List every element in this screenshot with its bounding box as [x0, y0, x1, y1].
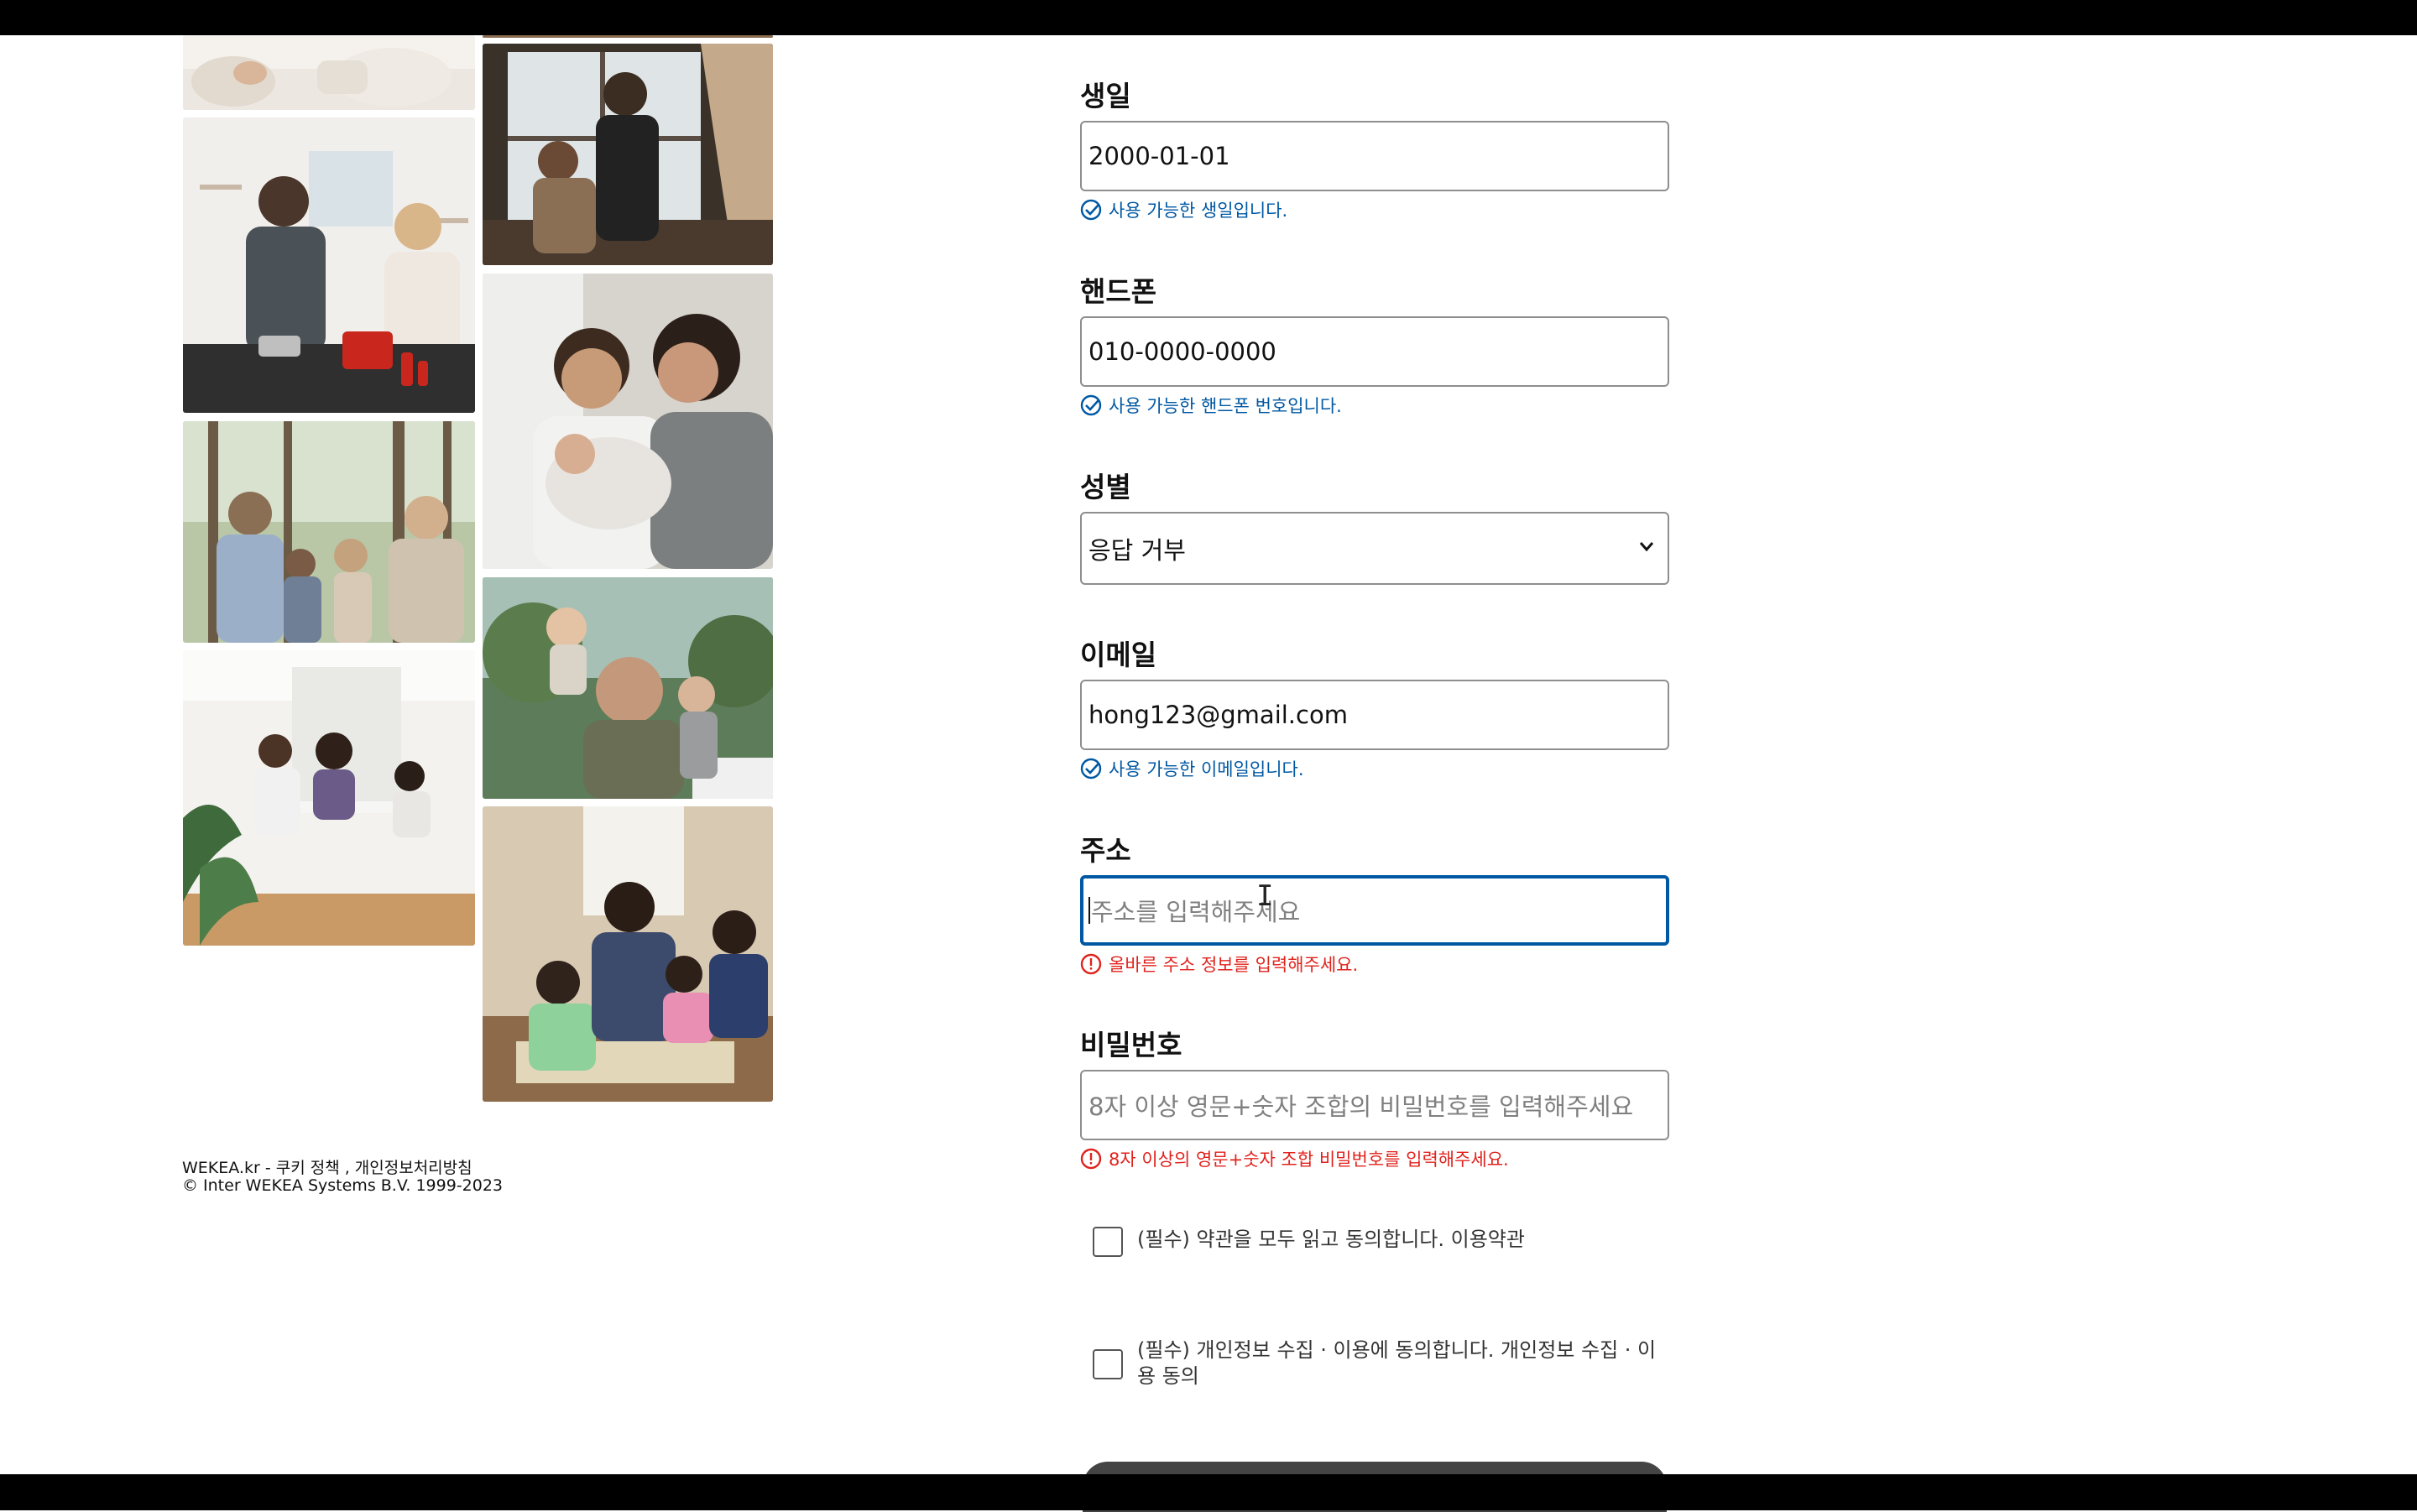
footer-links: WEKEA.kr - 쿠키 정책 , 개인정보처리방침 — [182, 1159, 472, 1177]
agree-privacy-label: (필수) 개인정보 수집 · 이용에 동의합니다. 개인정보 수집 · 이용 동… — [1137, 1338, 1657, 1388]
alert-circle-icon — [1080, 953, 1102, 975]
phone-valid-message: 사용 가능한 핸드폰 번호입니다. — [1080, 393, 1342, 418]
chevron-down-icon — [1639, 542, 1654, 552]
phone-label: 핸드폰 — [1080, 275, 1157, 308]
password-input[interactable]: 8자 이상 영문+숫자 조합의 비밀번호를 입력해주세요 — [1080, 1070, 1669, 1140]
address-label: 주소 — [1080, 834, 1131, 867]
page-footer: WEKEA.kr - 쿠키 정책 , 개인정보처리방침 © Inter WEKE… — [182, 1160, 503, 1195]
photo-family-board-game — [483, 806, 773, 1102]
photo-parents-newborn — [483, 274, 773, 569]
gender-select[interactable]: 응답 거부 — [1080, 512, 1669, 585]
check-circle-icon — [1080, 199, 1102, 221]
agree-privacy-checkbox[interactable] — [1093, 1349, 1123, 1379]
mouse-ibeam-cursor-icon: I — [1256, 879, 1274, 913]
birthday-input[interactable]: 2000-01-01 — [1080, 121, 1669, 191]
birthday-label: 생일 — [1080, 80, 1131, 112]
footer-copyright: © Inter WEKEA Systems B.V. 1999-2023 — [182, 1176, 504, 1195]
agree-terms-label: (필수) 약관을 모두 읽고 동의합니다. 이용약관 — [1137, 1228, 1525, 1251]
phone-valid-text: 사용 가능한 핸드폰 번호입니다. — [1109, 396, 1342, 416]
gender-label: 성별 — [1080, 471, 1131, 503]
photo-family-forest-walk — [183, 421, 475, 643]
phone-input[interactable]: 010-0000-0000 — [1080, 316, 1669, 387]
agree-terms-checkbox[interactable] — [1093, 1227, 1123, 1257]
text-caret — [1088, 897, 1090, 924]
password-error-text: 8자 이상의 영문+숫자 조합 비밀번호를 입력해주세요. — [1109, 1150, 1509, 1170]
email-valid-message: 사용 가능한 이메일입니다. — [1080, 756, 1304, 781]
photo-couple-cooking — [183, 117, 475, 413]
agree-privacy-row[interactable]: (필수) 개인정보 수집 · 이용에 동의합니다. 개인정보 수집 · 이용 동… — [1093, 1337, 1662, 1389]
email-input[interactable]: hong123@gmail.com — [1080, 680, 1669, 750]
address-error-text: 올바른 주소 정보를 입력해주세요. — [1109, 955, 1359, 975]
photo-family-dining — [183, 650, 475, 946]
photo-living-room-feet — [183, 35, 475, 110]
bottom-letterbox-bar — [0, 1474, 2417, 1510]
photo-living-room-top-strip — [483, 35, 773, 38]
alert-circle-icon — [1080, 1148, 1102, 1170]
check-circle-icon — [1080, 758, 1102, 779]
address-input[interactable]: 주소를 입력해주세요 — [1080, 875, 1669, 946]
agree-terms-row[interactable]: (필수) 약관을 모두 읽고 동의합니다. 이용약관 — [1093, 1227, 1657, 1257]
check-circle-icon — [1080, 394, 1102, 416]
password-error-message: 8자 이상의 영문+숫자 조합 비밀번호를 입력해주세요. — [1080, 1146, 1509, 1171]
email-valid-text: 사용 가능한 이메일입니다. — [1109, 759, 1304, 779]
top-letterbox-bar — [0, 0, 2417, 35]
password-label: 비밀번호 — [1080, 1029, 1182, 1061]
email-label: 이메일 — [1080, 639, 1157, 671]
gender-selected-value: 응답 거부 — [1088, 535, 1186, 565]
birthday-valid-message: 사용 가능한 생일입니다. — [1080, 197, 1287, 222]
photo-father-with-kids-outdoors — [483, 577, 773, 799]
address-error-message: 올바른 주소 정보를 입력해주세요. — [1080, 952, 1358, 977]
birthday-valid-text: 사용 가능한 생일입니다. — [1109, 201, 1288, 221]
photo-kids-at-window — [483, 44, 773, 265]
